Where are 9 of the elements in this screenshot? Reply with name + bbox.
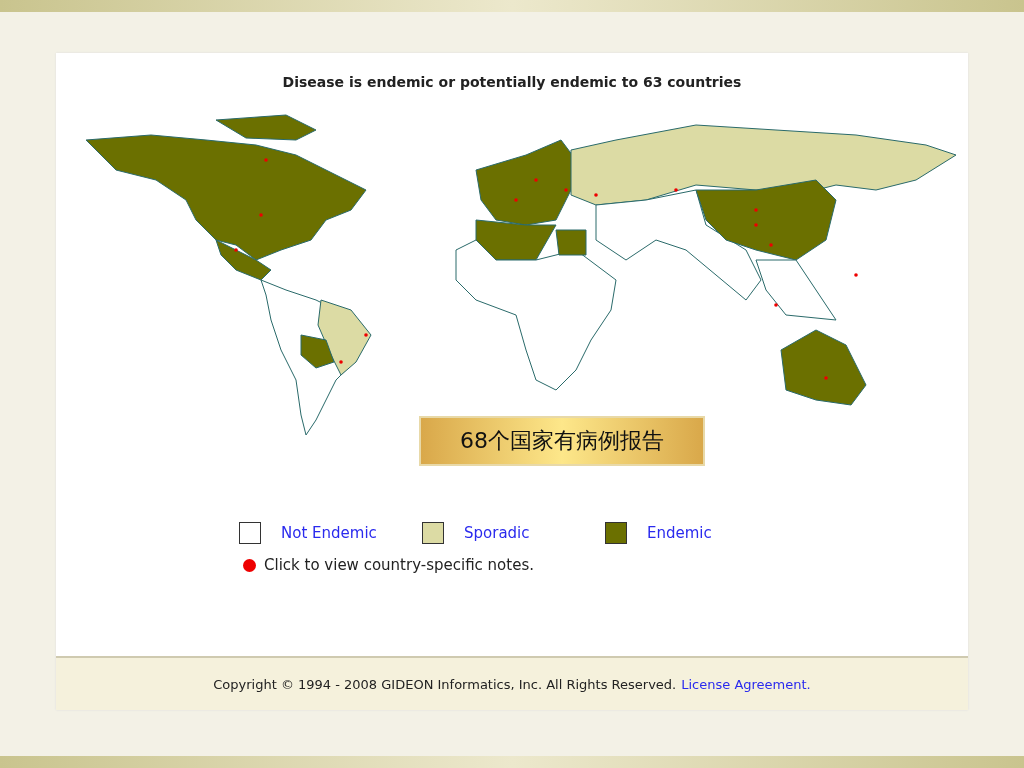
map-title: Disease is endemic or potentially endemic to 63 countries xyxy=(281,74,743,90)
marker-dot-icon xyxy=(243,558,256,572)
copyright-text: Copyright © 1994 - 2008 GIDEON Informatics, Inc. All Rights Reserved. xyxy=(213,676,677,692)
legend-link[interactable]: Not Endemic xyxy=(281,524,377,542)
notes-hint: Click to view country-specific notes. xyxy=(264,556,534,574)
legend-link[interactable]: Endemic xyxy=(647,524,712,542)
legend-link[interactable]: Sporadic xyxy=(464,524,530,542)
license-link[interactable]: License Agreement. xyxy=(681,676,811,692)
callout-label: 68个国家有病例报告 xyxy=(419,416,705,466)
